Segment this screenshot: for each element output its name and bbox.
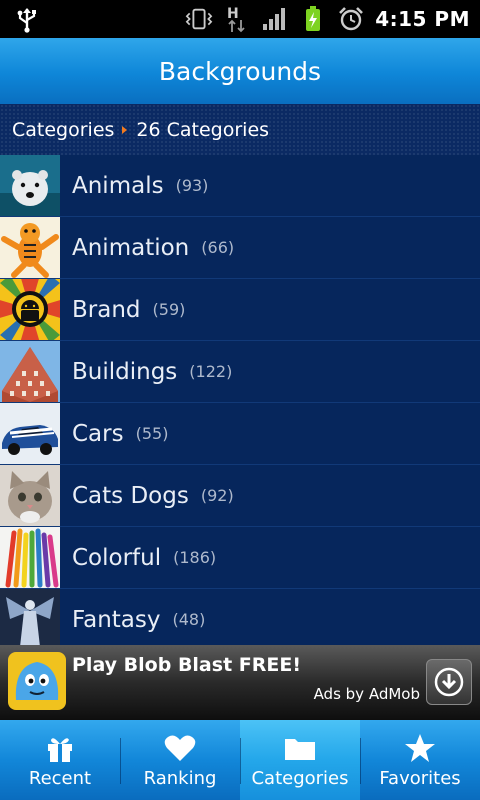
tab-recent[interactable]: Recent bbox=[0, 720, 120, 800]
blob-icon bbox=[8, 652, 66, 710]
bottom-tab-bar: Recent Ranking Categories Favorites bbox=[0, 720, 480, 800]
category-count: (93) bbox=[175, 176, 209, 195]
android-logo-thumbnail bbox=[0, 279, 60, 340]
download-icon[interactable] bbox=[426, 659, 472, 705]
tab-label: Recent bbox=[28, 768, 92, 789]
car-thumbnail bbox=[0, 403, 60, 464]
breadcrumb: Categories 26 Categories bbox=[0, 104, 480, 156]
alarm-icon bbox=[337, 6, 365, 32]
signal-icon bbox=[261, 6, 289, 32]
angel-thumbnail bbox=[0, 589, 60, 645]
category-row-cats-dogs[interactable]: Cats Dogs (92) bbox=[0, 465, 480, 527]
category-count: (122) bbox=[189, 362, 233, 381]
category-label: Cars bbox=[72, 420, 124, 447]
status-time: 4:15 PM bbox=[375, 7, 470, 31]
category-count: (186) bbox=[173, 548, 217, 567]
category-row-brand[interactable]: Brand (59) bbox=[0, 279, 480, 341]
colored-pencils-thumbnail bbox=[0, 527, 60, 588]
category-count: (92) bbox=[200, 486, 234, 505]
svg-text:H: H bbox=[227, 6, 239, 22]
tab-categories[interactable]: Categories bbox=[240, 720, 360, 800]
category-label: Animation bbox=[72, 234, 190, 261]
category-list[interactable]: Animals (93) Animation (66) Brand (59) B… bbox=[0, 155, 480, 645]
tab-favorites[interactable]: Favorites bbox=[360, 720, 480, 800]
kitten-thumbnail bbox=[0, 465, 60, 526]
usb-icon bbox=[16, 7, 38, 37]
category-label: Buildings bbox=[72, 358, 178, 385]
breadcrumb-current: 26 Categories bbox=[136, 118, 270, 141]
category-count: (66) bbox=[201, 238, 235, 257]
title-bar: Backgrounds bbox=[0, 38, 480, 105]
battery-charging-icon bbox=[299, 6, 327, 32]
ad-title: Play Blob Blast FREE! bbox=[72, 654, 301, 676]
building-thumbnail bbox=[0, 341, 60, 402]
folder-icon bbox=[284, 732, 316, 764]
polar-bear-thumbnail bbox=[0, 155, 60, 216]
category-label: Fantasy bbox=[72, 606, 161, 633]
breadcrumb-separator-icon bbox=[122, 125, 128, 134]
tigger-thumbnail bbox=[0, 217, 60, 278]
status-bar: H 4:15 PM bbox=[0, 0, 480, 38]
category-row-buildings[interactable]: Buildings (122) bbox=[0, 341, 480, 403]
page-title: Backgrounds bbox=[158, 56, 322, 86]
category-row-colorful[interactable]: Colorful (186) bbox=[0, 527, 480, 589]
category-row-fantasy[interactable]: Fantasy (48) bbox=[0, 589, 480, 645]
heart-icon bbox=[164, 732, 196, 764]
tab-label: Favorites bbox=[379, 768, 461, 789]
breadcrumb-root[interactable]: Categories bbox=[12, 119, 114, 141]
category-row-animation[interactable]: Animation (66) bbox=[0, 217, 480, 279]
tab-label: Categories bbox=[251, 768, 349, 789]
category-label: Brand bbox=[72, 296, 141, 323]
tab-label: Ranking bbox=[143, 768, 217, 789]
category-label: Cats Dogs bbox=[72, 482, 189, 509]
category-row-animals[interactable]: Animals (93) bbox=[0, 155, 480, 217]
category-label: Colorful bbox=[72, 544, 162, 571]
category-count: (55) bbox=[135, 424, 169, 443]
ad-attribution: Ads by AdMob bbox=[313, 685, 420, 703]
category-count: (48) bbox=[172, 610, 206, 629]
category-count: (59) bbox=[152, 300, 186, 319]
hspa-data-icon: H bbox=[223, 6, 251, 33]
vibrate-icon bbox=[185, 6, 213, 32]
ad-banner[interactable]: Play Blob Blast FREE! Ads by AdMob bbox=[0, 645, 480, 720]
gift-icon bbox=[45, 732, 75, 764]
category-row-cars[interactable]: Cars (55) bbox=[0, 403, 480, 465]
star-icon bbox=[404, 732, 436, 764]
tab-ranking[interactable]: Ranking bbox=[120, 720, 240, 800]
category-label: Animals bbox=[72, 172, 164, 199]
